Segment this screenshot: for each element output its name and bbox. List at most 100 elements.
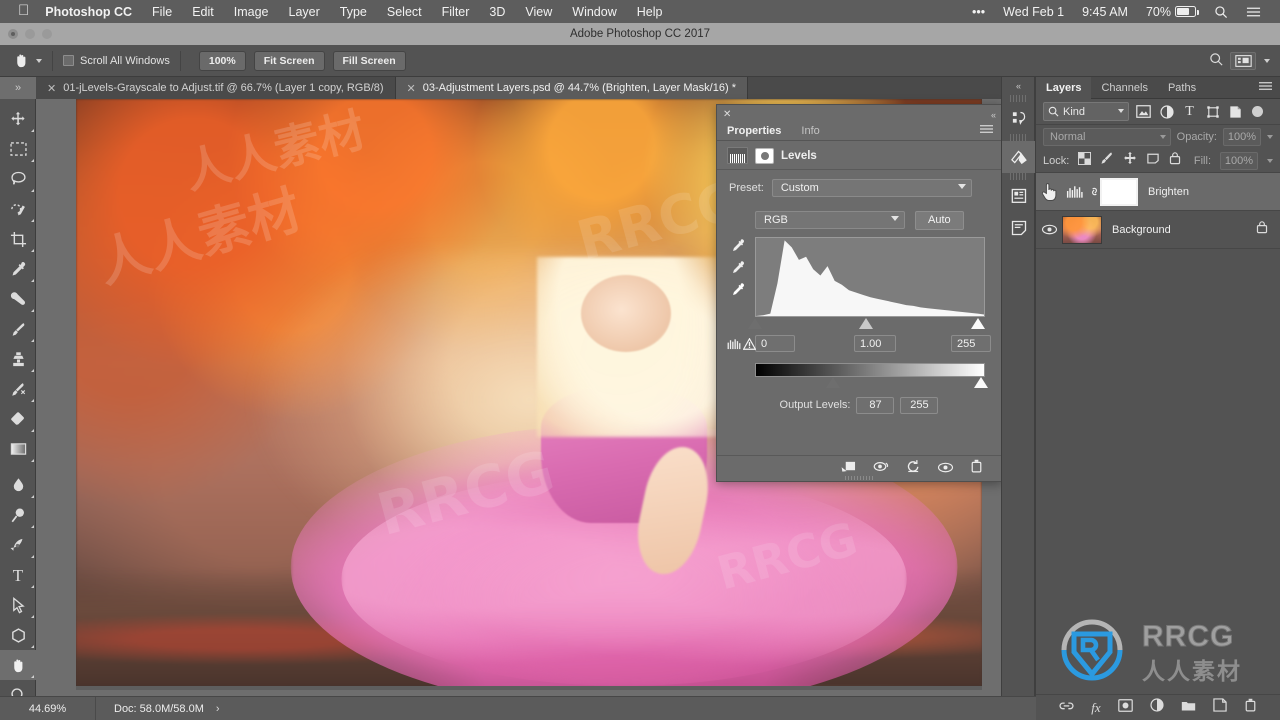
table-row[interactable]: Background xyxy=(1036,211,1280,249)
add-layer-mask-icon[interactable] xyxy=(1118,699,1133,717)
white-input-marker[interactable] xyxy=(971,318,985,329)
close-icon[interactable]: ✕ xyxy=(407,82,416,95)
shape-filter-icon[interactable] xyxy=(1204,103,1221,120)
blend-mode-select[interactable]: Normal xyxy=(1043,128,1171,146)
pen-tool[interactable] xyxy=(0,530,36,560)
notes-panel-icon[interactable] xyxy=(1002,212,1036,244)
history-brush-tool[interactable] xyxy=(0,374,36,404)
table-row[interactable]: Brighten xyxy=(1036,173,1280,211)
fit-screen-button[interactable]: Fit Screen xyxy=(254,51,325,71)
output-levels-slider[interactable] xyxy=(755,377,987,389)
channel-select[interactable]: RGB xyxy=(755,211,905,229)
input-black-field[interactable]: 0 xyxy=(755,335,795,352)
menu-item-view[interactable]: View xyxy=(515,5,562,19)
zoom-100-button[interactable]: 100% xyxy=(199,51,246,71)
smart-object-filter-icon[interactable] xyxy=(1227,103,1244,120)
new-group-icon[interactable] xyxy=(1181,699,1196,717)
spotlight-search-icon[interactable] xyxy=(1205,5,1237,19)
tab-channels[interactable]: Channels xyxy=(1091,77,1157,99)
window-traffic-lights[interactable] xyxy=(8,29,52,39)
hand-tool[interactable] xyxy=(0,650,36,680)
lock-image-pixels-icon[interactable] xyxy=(1100,151,1114,170)
lasso-tool[interactable] xyxy=(0,164,36,194)
menu-item-type[interactable]: Type xyxy=(330,5,377,19)
gradient-tool[interactable] xyxy=(0,434,36,464)
menu-item-window[interactable]: Window xyxy=(562,5,626,19)
input-levels-slider[interactable] xyxy=(755,318,985,332)
blur-tool[interactable] xyxy=(0,470,36,500)
close-icon[interactable]: ✕ xyxy=(47,82,56,95)
menubar-battery[interactable]: 70% xyxy=(1137,5,1205,19)
hand-tool-icon[interactable] xyxy=(8,48,34,74)
menu-item-filter[interactable]: Filter xyxy=(432,5,480,19)
layer-name-brighten[interactable]: Brighten xyxy=(1148,186,1189,198)
crop-tool[interactable] xyxy=(0,224,36,254)
delete-layer-icon[interactable] xyxy=(1244,698,1257,717)
new-adjustment-layer-icon[interactable] xyxy=(1150,698,1164,717)
menubar-overflow-icon[interactable]: ••• xyxy=(963,5,994,19)
dock-grip-3[interactable] xyxy=(1010,173,1026,180)
output-black-marker[interactable] xyxy=(826,377,840,388)
add-layer-style-icon[interactable]: fx xyxy=(1091,699,1100,717)
menu-item-edit[interactable]: Edit xyxy=(182,5,224,19)
histogram-refresh-icon[interactable] xyxy=(727,337,742,355)
eraser-tool[interactable] xyxy=(0,404,36,434)
collapse-icon[interactable]: « xyxy=(991,110,995,120)
output-white-field[interactable]: 255 xyxy=(900,397,938,414)
layer-visibility-toggle-brighten[interactable] xyxy=(1036,173,1062,211)
tool-preset-chevron-icon[interactable] xyxy=(36,59,42,63)
gamma-input-marker[interactable] xyxy=(859,318,873,329)
rectangular-marquee-tool[interactable] xyxy=(0,134,36,164)
checkbox-box[interactable] xyxy=(63,55,74,66)
delete-adjustment-icon[interactable] xyxy=(970,459,983,478)
control-center-icon[interactable] xyxy=(1237,6,1270,18)
menu-item-photoshop[interactable]: Photoshop CC xyxy=(43,5,142,19)
quick-selection-tool[interactable] xyxy=(0,194,36,224)
zoom-window-button[interactable] xyxy=(42,29,52,39)
clip-to-layer-icon[interactable] xyxy=(841,460,857,478)
set-black-point-eyedropper-icon[interactable] xyxy=(727,235,749,257)
lock-position-icon[interactable] xyxy=(1123,151,1137,170)
document-size[interactable]: Doc: 58.0M/58.0M xyxy=(96,703,204,715)
link-layers-icon[interactable] xyxy=(1059,699,1074,717)
close-icon[interactable]: ✕ xyxy=(723,109,731,120)
document-tab-2[interactable]: ✕ 03-Adjustment Layers.psd @ 44.7% (Brig… xyxy=(396,77,748,99)
libraries-panel-icon[interactable] xyxy=(1002,180,1036,212)
close-window-button[interactable] xyxy=(8,29,18,39)
input-white-field[interactable]: 255 xyxy=(951,335,991,352)
tab-info[interactable]: Info xyxy=(791,125,829,137)
brush-tool[interactable] xyxy=(0,314,36,344)
type-filter-icon[interactable]: T xyxy=(1181,103,1198,120)
view-previous-state-icon[interactable] xyxy=(873,460,890,478)
minimize-window-button[interactable] xyxy=(25,29,35,39)
tab-paths[interactable]: Paths xyxy=(1158,77,1206,99)
background-layer-thumbnail[interactable] xyxy=(1062,216,1102,244)
zoom-level[interactable]: 44.69% xyxy=(0,697,96,720)
fill-scrubber-chevron-icon[interactable] xyxy=(1267,159,1273,163)
output-black-field[interactable]: 87 xyxy=(856,397,894,414)
reset-icon[interactable] xyxy=(906,459,921,478)
layer-visibility-toggle-background[interactable] xyxy=(1036,211,1062,249)
clipping-warning-icon[interactable] xyxy=(743,337,756,355)
pixel-filter-icon[interactable] xyxy=(1135,103,1152,120)
tab-properties[interactable]: Properties xyxy=(717,125,791,137)
options-search-icon[interactable] xyxy=(1209,52,1224,70)
fill-value[interactable]: 100% xyxy=(1220,152,1258,170)
link-mask-icon[interactable] xyxy=(1088,185,1100,198)
menu-item-layer[interactable]: Layer xyxy=(279,5,330,19)
layer-name-background[interactable]: Background xyxy=(1112,224,1171,236)
filter-toggle-switch[interactable] xyxy=(1252,106,1263,117)
move-tool[interactable] xyxy=(0,104,36,134)
histogram-warning-group[interactable] xyxy=(727,337,756,355)
preset-select[interactable]: Custom xyxy=(772,179,972,197)
filter-kind-select[interactable]: Kind xyxy=(1043,102,1129,121)
document-tab-1[interactable]: ✕ 01-jLevels-Grayscale to Adjust.tif @ 6… xyxy=(36,77,396,99)
set-gray-point-eyedropper-icon[interactable] xyxy=(727,257,749,279)
new-layer-icon[interactable] xyxy=(1213,698,1227,717)
levels-adjustment-thumbnail[interactable] xyxy=(1062,179,1088,205)
adjustments-panel-icon[interactable] xyxy=(1002,141,1036,173)
fill-screen-button[interactable]: Fill Screen xyxy=(333,51,406,71)
scroll-all-windows-checkbox[interactable]: Scroll All Windows xyxy=(63,55,170,67)
menu-item-3d[interactable]: 3D xyxy=(479,5,515,19)
levels-histogram[interactable] xyxy=(755,237,985,317)
